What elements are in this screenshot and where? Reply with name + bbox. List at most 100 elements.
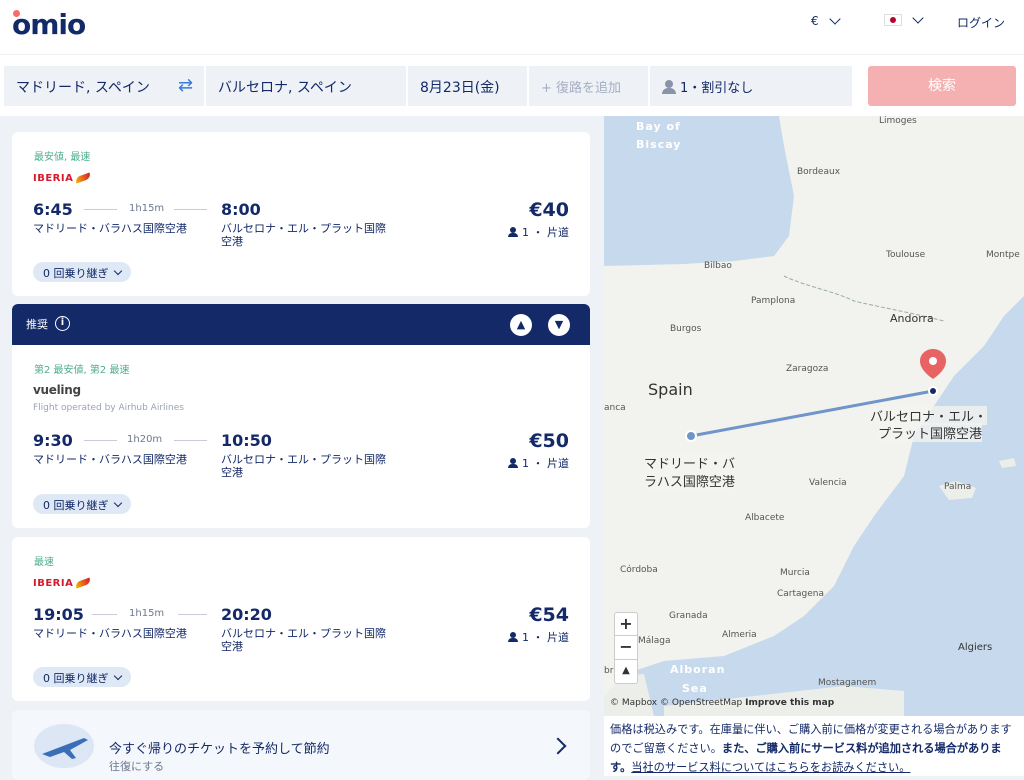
arrival-place: バルセロナ・エル・プラット国際 [221, 627, 386, 640]
currency-selector[interactable]: € [811, 12, 841, 28]
result-card[interactable]: 最安値, 最速 IBERIA 6:45 1h15m 8:00 マドリード・バラハ… [12, 132, 590, 296]
price: €40 [529, 199, 569, 221]
date-field[interactable]: 8月23日(金) [408, 66, 527, 106]
result-tag: 第2 最安値, 第2 最速 [34, 365, 130, 376]
iberia-logo: IBERIA [33, 172, 92, 184]
route-map[interactable]: Bay of Biscay Limoges Bordeaux Toulouse … [604, 116, 1024, 716]
chevron-down-icon [828, 12, 841, 25]
zoom-in-button[interactable]: + [614, 612, 638, 636]
login-link[interactable]: ログイン [957, 14, 1005, 31]
departure-time: 19:05 [33, 605, 84, 624]
language-selector[interactable] [884, 11, 924, 26]
stops-toggle[interactable]: 0 回乗り継ぎ [33, 262, 131, 282]
stops-toggle[interactable]: 0 回乗り継ぎ [33, 494, 131, 514]
thumbs-up-icon[interactable]: ▲ [510, 314, 532, 336]
map-label: Palma [944, 482, 972, 492]
operated-by: Flight operated by Airhub Airlines [33, 403, 184, 413]
map-label: Zaragoza [786, 364, 829, 374]
thumbs-down-icon[interactable]: ▼ [548, 314, 570, 336]
return-date-field[interactable]: + 復路を追加 [529, 66, 648, 106]
duration-line [92, 614, 117, 615]
departure-place: マドリード・バラハス国際空港 [33, 453, 187, 466]
map-label: br [604, 666, 614, 676]
result-tag: 最安値, 最速 [34, 152, 91, 163]
map-label: Mostaganem [818, 678, 877, 688]
duration: 1h15m [129, 203, 165, 214]
duration-line [84, 209, 117, 210]
iberia-logo: IBERIA [33, 577, 92, 589]
price: €54 [529, 604, 569, 626]
map-label: anca [604, 403, 626, 413]
result-card[interactable]: 第2 最安値, 第2 最速 vueling Flight operated by… [12, 345, 590, 528]
price: €50 [529, 430, 569, 452]
map-label: Algiers [958, 642, 993, 653]
search-button[interactable]: 検索 [868, 66, 1016, 106]
duration-line [174, 440, 207, 441]
swap-icon[interactable]: ⇄ [178, 75, 193, 96]
stops-toggle[interactable]: 0 回乗り継ぎ [33, 667, 131, 687]
chevron-down-icon [113, 498, 122, 508]
map-label: Almeria [722, 630, 757, 640]
arrival-place: バルセロナ・エル・プラット国際 [221, 222, 386, 235]
omio-logo[interactable]: omio [12, 8, 86, 41]
person-icon [508, 458, 518, 468]
map-label: Spain [648, 380, 693, 399]
map-label: Granada [669, 611, 708, 621]
person-icon [662, 80, 676, 94]
map-label: Burgos [670, 324, 702, 334]
passenger-selector[interactable]: 1・割引なし [650, 66, 852, 106]
return-promo-card[interactable]: 今すぐ帰りのチケットを予約して節約 往復にする [12, 710, 590, 780]
map-label: Valencia [809, 478, 847, 488]
chevron-down-icon [912, 11, 924, 24]
recommended-label: 推奨 [26, 318, 48, 331]
dest-airport-label-cont: プラット国際空港 [878, 423, 983, 442]
duration-line [84, 440, 117, 441]
map-label: Bilbao [704, 261, 732, 271]
departure-time: 9:30 [33, 431, 73, 450]
pax-info: 1 ・ 片道 [508, 629, 569, 645]
departure-time: 6:45 [33, 200, 73, 219]
map-label: Bordeaux [797, 167, 841, 177]
attribution-text: © Mapbox © OpenStreetMap [610, 698, 743, 708]
arrival-place-cont: 空港 [221, 640, 243, 653]
recommended-bar: 推奨 i ▲ ▼ [12, 304, 590, 345]
map-label: Andorra [890, 312, 934, 325]
chevron-right-icon [549, 737, 567, 755]
info-icon[interactable]: i [55, 316, 70, 331]
duration-line [174, 209, 207, 210]
top-header: omio € ログイン [0, 0, 1024, 54]
map-label: Bay of [636, 120, 681, 133]
map-label: Cartagena [777, 589, 825, 599]
origin-airport-label-cont: ラハス国際空港 [644, 471, 735, 490]
service-fee-link[interactable]: 当社のサービス料についてはこちらをお読みください。 [631, 761, 910, 774]
chevron-down-icon [113, 671, 122, 681]
chevron-down-icon [113, 266, 122, 276]
pax-info: 1 ・ 片道 [508, 224, 569, 240]
map-label: Limoges [879, 116, 917, 126]
duration: 1h15m [129, 608, 165, 619]
destination-field[interactable]: バルセロナ, スペイン [206, 66, 406, 106]
map-label: Alboran [670, 663, 726, 676]
origin-field[interactable]: マドリード, スペイン [4, 66, 204, 106]
arrival-place-cont: 空港 [221, 235, 243, 248]
arrival-time: 20:20 [221, 605, 272, 624]
currency-label: € [811, 14, 819, 28]
promo-subtitle: 往復にする [109, 760, 165, 773]
passenger-label: 1・割引なし [680, 81, 754, 96]
map-label: Toulouse [886, 250, 926, 260]
price-disclaimer: 価格は税込みです。在庫量に伴い、ご購入前に価格が変更される場合がありますのでご留… [604, 716, 1024, 776]
departure-place: マドリード・バラハス国際空港 [33, 627, 187, 640]
japan-flag-icon [884, 14, 902, 26]
departure-place: マドリード・バラハス国際空港 [33, 222, 187, 235]
compass-button[interactable]: ▲ [614, 660, 638, 684]
plane-icon [34, 724, 94, 768]
promo-title: 今すぐ帰りのチケットを予約して節約 [109, 742, 330, 757]
zoom-out-button[interactable]: − [614, 636, 638, 660]
results-list: 最安値, 最速 IBERIA 6:45 1h15m 8:00 マドリード・バラハ… [0, 116, 604, 780]
map-label: Córdoba [620, 565, 658, 575]
arrival-place-cont: 空港 [221, 466, 243, 479]
result-card[interactable]: 最速 IBERIA 19:05 1h15m 20:20 マドリード・バラハス国際… [12, 537, 590, 701]
improve-map-link[interactable]: Improve this map [745, 698, 834, 708]
map-attribution: © Mapbox © OpenStreetMap Improve this ma… [610, 698, 834, 708]
map-label: Málaga [638, 636, 671, 646]
